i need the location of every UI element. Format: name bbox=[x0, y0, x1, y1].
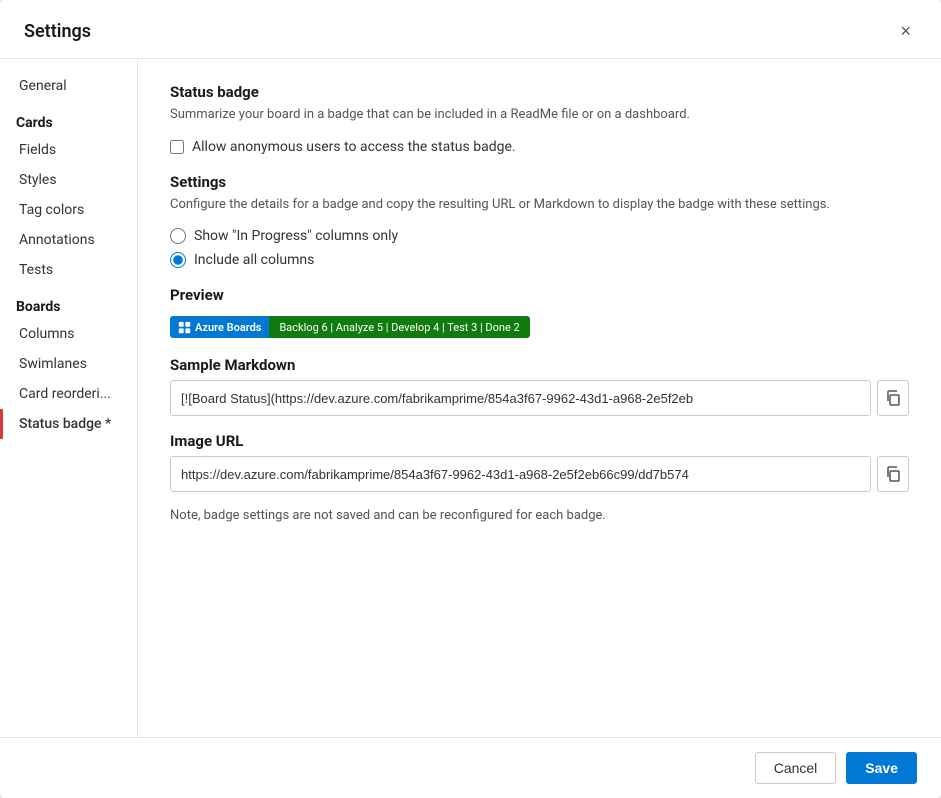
sidebar-cards-header: Cards bbox=[0, 101, 137, 135]
close-button[interactable]: × bbox=[894, 18, 917, 44]
sample-markdown-input-row bbox=[170, 380, 909, 416]
preview-title: Preview bbox=[170, 286, 909, 304]
image-url-row: Image URL bbox=[170, 432, 909, 492]
preview-badge: Azure Boards Backlog 6 | Analyze 5 | Dev… bbox=[170, 316, 530, 338]
image-url-label: Image URL bbox=[170, 432, 909, 450]
sample-markdown-input[interactable] bbox=[170, 380, 871, 416]
radio-in-progress[interactable] bbox=[170, 228, 186, 244]
anonymous-access-checkbox[interactable] bbox=[170, 140, 184, 154]
sidebar-item-status-badge[interactable]: Status badge * bbox=[0, 409, 137, 439]
badge-logo: Azure Boards bbox=[170, 316, 269, 338]
copy-icon-2 bbox=[885, 466, 901, 482]
sample-markdown-row: Sample Markdown bbox=[170, 356, 909, 416]
dialog-title: Settings bbox=[24, 21, 91, 42]
radio-in-progress-row: Show "In Progress" columns only bbox=[170, 228, 909, 244]
note-text: Note, badge settings are not saved and c… bbox=[170, 508, 909, 523]
radio-in-progress-label[interactable]: Show "In Progress" columns only bbox=[194, 228, 398, 244]
cancel-button[interactable]: Cancel bbox=[755, 752, 837, 784]
sample-markdown-copy-button[interactable] bbox=[877, 380, 909, 416]
azure-boards-icon bbox=[178, 321, 191, 334]
anonymous-access-label[interactable]: Allow anonymous users to access the stat… bbox=[192, 139, 516, 155]
radio-all-columns-label[interactable]: Include all columns bbox=[194, 252, 314, 268]
sidebar-item-fields[interactable]: Fields bbox=[0, 135, 137, 165]
sample-markdown-label: Sample Markdown bbox=[170, 356, 909, 374]
sidebar-item-general[interactable]: General bbox=[0, 71, 137, 101]
dialog-footer: Cancel Save bbox=[0, 737, 941, 798]
save-button[interactable]: Save bbox=[846, 752, 917, 784]
settings-sub-description: Configure the details for a badge and co… bbox=[170, 195, 909, 215]
status-badge-description: Summarize your board in a badge that can… bbox=[170, 105, 909, 125]
sidebar-item-tests[interactable]: Tests bbox=[0, 255, 137, 285]
radio-all-columns[interactable] bbox=[170, 252, 186, 268]
sidebar-item-swimlanes[interactable]: Swimlanes bbox=[0, 349, 137, 379]
sidebar-item-annotations[interactable]: Annotations bbox=[0, 225, 137, 255]
sidebar-boards-header: Boards bbox=[0, 285, 137, 319]
copy-icon bbox=[885, 390, 901, 406]
anonymous-access-row: Allow anonymous users to access the stat… bbox=[170, 139, 909, 155]
status-badge-title: Status badge bbox=[170, 83, 909, 101]
badge-stats: Backlog 6 | Analyze 5 | Develop 4 | Test… bbox=[269, 316, 529, 338]
sidebar-item-styles[interactable]: Styles bbox=[0, 165, 137, 195]
badge-logo-text: Azure Boards bbox=[195, 321, 261, 334]
dialog-header: Settings × bbox=[0, 0, 941, 59]
sidebar-item-tag-colors[interactable]: Tag colors bbox=[0, 195, 137, 225]
radio-all-columns-row: Include all columns bbox=[170, 252, 909, 268]
sidebar: General Cards Fields Styles Tag colors A… bbox=[0, 59, 138, 737]
image-url-input[interactable] bbox=[170, 456, 871, 492]
preview-section: Preview Azure Boards Backlog 6 | Analyze… bbox=[170, 286, 909, 338]
image-url-copy-button[interactable] bbox=[877, 456, 909, 492]
image-url-input-row bbox=[170, 456, 909, 492]
settings-sub-title: Settings bbox=[170, 173, 909, 191]
dialog-body: General Cards Fields Styles Tag colors A… bbox=[0, 59, 941, 737]
sidebar-item-columns[interactable]: Columns bbox=[0, 319, 137, 349]
main-content: Status badge Summarize your board in a b… bbox=[138, 59, 941, 737]
settings-dialog: Settings × General Cards Fields Styles T… bbox=[0, 0, 941, 798]
sidebar-item-card-reorder[interactable]: Card reorderi... bbox=[0, 379, 137, 409]
